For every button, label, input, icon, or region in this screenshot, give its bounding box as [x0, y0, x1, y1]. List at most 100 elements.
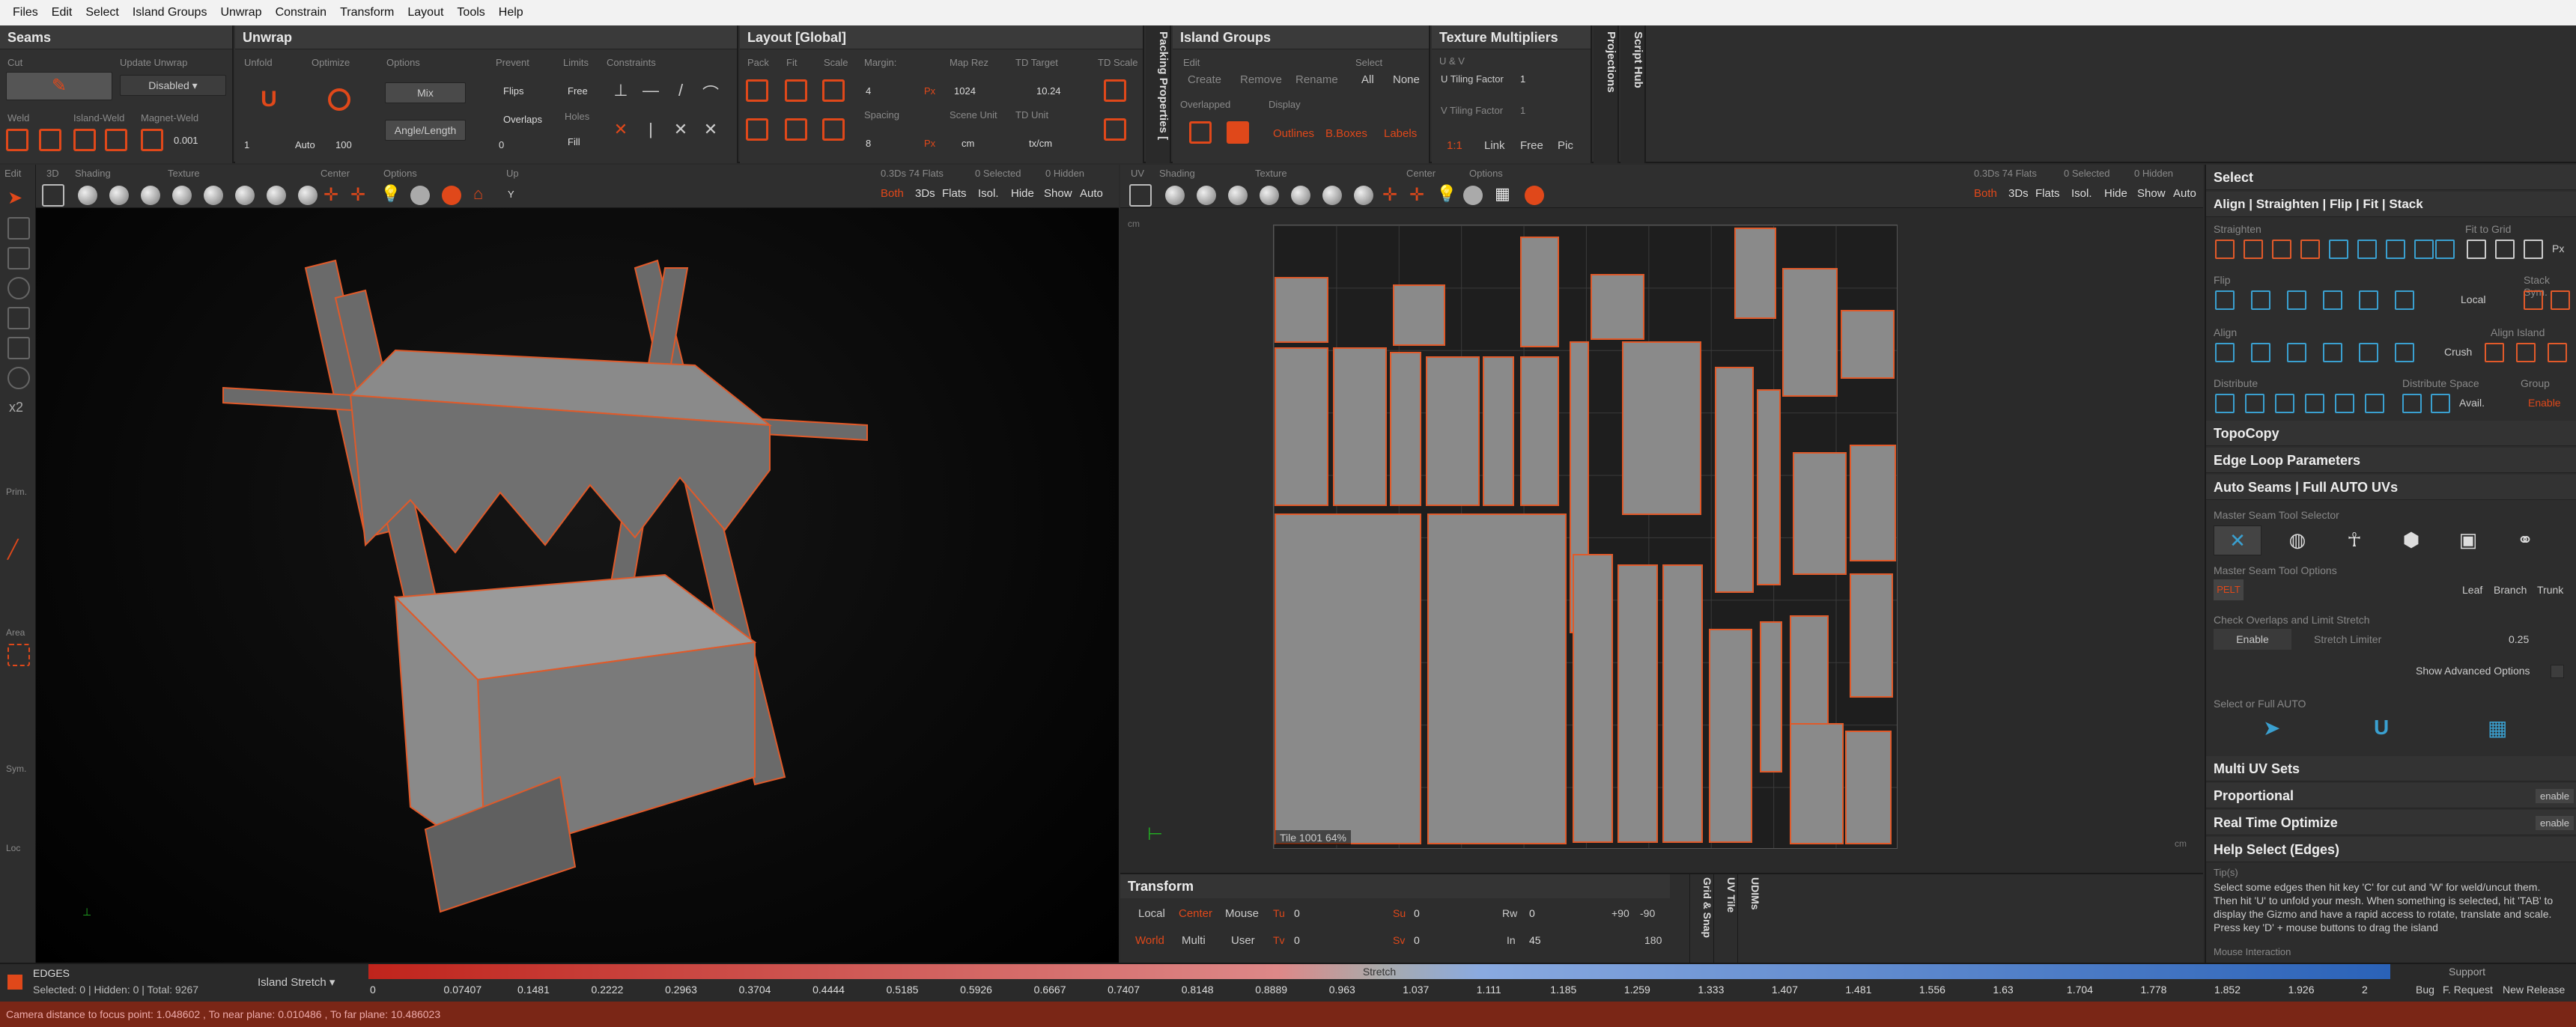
flip-icon[interactable]: [2359, 290, 2378, 310]
align-icon[interactable]: [2395, 343, 2414, 362]
both-button[interactable]: Both: [881, 187, 904, 200]
uv-texture-sphere-icon[interactable]: [1322, 186, 1342, 205]
uv-shading-sphere-icon[interactable]: [1228, 186, 1248, 205]
feature-request-link[interactable]: F. Request: [2443, 984, 2493, 996]
ig-none-button[interactable]: None: [1393, 73, 1420, 86]
scale-icon[interactable]: [822, 79, 845, 102]
distribute-icon[interactable]: [2305, 394, 2324, 413]
uv-auto-button[interactable]: Auto: [2173, 187, 2196, 200]
viewport3d[interactable]: ⊥: [36, 208, 1119, 963]
overlaps-toggle[interactable]: Overlaps: [503, 114, 542, 125]
tool-icon[interactable]: [7, 247, 30, 269]
packing-properties-tab[interactable]: Packing Properties [: [1146, 25, 1171, 163]
menu-files[interactable]: Files: [6, 0, 45, 25]
fit-icon[interactable]: [2467, 240, 2486, 259]
seam-tool-link-icon[interactable]: ⚭: [2501, 525, 2549, 555]
option-sphere-icon[interactable]: [442, 186, 461, 205]
ig-create-button[interactable]: Create: [1188, 73, 1221, 86]
magnet-weld-value[interactable]: 0.001: [174, 135, 198, 146]
multi-uv-header[interactable]: Multi UV Sets: [2206, 756, 2576, 781]
td-target-value[interactable]: 10.24: [1036, 85, 1061, 97]
leaf-button[interactable]: Leaf: [2462, 584, 2482, 596]
proportional-enable-button[interactable]: enable: [2536, 789, 2575, 803]
align-icon[interactable]: [2323, 343, 2342, 362]
angle-length-field[interactable]: Angle/Length: [385, 120, 466, 141]
pack-icon[interactable]: [746, 79, 768, 102]
shading-sphere-icon[interactable]: [78, 186, 97, 205]
stack-sym-icon[interactable]: [2551, 290, 2570, 310]
topocopy-header[interactable]: TopoCopy: [2206, 421, 2576, 446]
u-tiling-value[interactable]: 1: [1520, 73, 1525, 85]
fit-2-icon[interactable]: [785, 118, 807, 141]
curve-icon[interactable]: ⌒: [699, 81, 722, 103]
diag-line-icon[interactable]: /: [669, 81, 692, 103]
proportional-header[interactable]: Proportional: [2206, 783, 2576, 808]
crush-button[interactable]: Crush: [2444, 346, 2472, 358]
projections-tab[interactable]: Projections: [1594, 25, 1619, 163]
align-island-icon[interactable]: [2548, 343, 2567, 362]
flip-icon[interactable]: [2251, 290, 2270, 310]
flats-button[interactable]: Flats: [942, 187, 967, 200]
menu-tools[interactable]: Tools: [450, 0, 491, 25]
uv-frame-icon[interactable]: [1129, 184, 1152, 207]
pack-2-icon[interactable]: [746, 118, 768, 141]
labels-toggle[interactable]: Labels: [1384, 127, 1417, 140]
overlapped-icon[interactable]: [1189, 121, 1212, 144]
cut-button[interactable]: ✎: [6, 72, 112, 100]
align-island-icon[interactable]: [2485, 343, 2504, 362]
menu-island-groups[interactable]: Island Groups: [126, 0, 214, 25]
weld-t-icon[interactable]: [39, 129, 61, 151]
scene-unit-value[interactable]: cm: [962, 138, 974, 149]
uv-both-button[interactable]: Both: [1974, 187, 1997, 200]
align-header[interactable]: Align | Straighten | Flip | Fit | Stack: [2206, 192, 2576, 217]
options-mix-field[interactable]: Mix: [385, 82, 466, 103]
straighten-icon[interactable]: [2244, 240, 2263, 259]
straighten-icon[interactable]: [2272, 240, 2291, 259]
v-line-icon[interactable]: |: [640, 120, 662, 142]
scale-2-icon[interactable]: [822, 118, 845, 141]
hide-button[interactable]: Hide: [1011, 187, 1034, 200]
td-unit-value[interactable]: tx/cm: [1029, 138, 1052, 149]
menu-unwrap[interactable]: Unwrap: [213, 0, 268, 25]
in-value[interactable]: 45: [1529, 934, 1541, 946]
distribute-icon[interactable]: [2215, 394, 2235, 413]
center-cross-icon[interactable]: ✛: [323, 184, 346, 207]
unfold-iterations-value[interactable]: 1: [244, 139, 249, 150]
island-weld-2-icon[interactable]: [105, 129, 127, 151]
diag-x-icon[interactable]: ✕: [699, 120, 722, 142]
margin-value[interactable]: 4: [866, 85, 871, 97]
select-header[interactable]: Select: [2206, 165, 2576, 190]
distribute-space-icon[interactable]: [2402, 394, 2422, 413]
uv-texture-sphere-icon[interactable]: [1354, 186, 1373, 205]
uv-shading-sphere-icon[interactable]: [1165, 186, 1185, 205]
seam-tool-figure-icon[interactable]: ☥: [2330, 525, 2378, 555]
fit-icon[interactable]: [2495, 240, 2515, 259]
menu-edit[interactable]: Edit: [45, 0, 79, 25]
uv-option-sphere-icon[interactable]: [1463, 186, 1483, 205]
island-stretch-dropdown[interactable]: Island Stretch ▾: [258, 972, 358, 994]
menu-help[interactable]: Help: [492, 0, 530, 25]
outlines-toggle[interactable]: Outlines: [1273, 127, 1314, 140]
help-select-header[interactable]: Help Select (Edges): [2206, 837, 2576, 862]
rw-value[interactable]: 0: [1529, 907, 1535, 919]
td-scale-2-icon[interactable]: [1104, 118, 1126, 141]
3ds-button[interactable]: 3Ds: [915, 187, 935, 200]
grid-icon[interactable]: [2435, 240, 2455, 259]
seam-tool-cube-icon[interactable]: ⬢: [2387, 525, 2435, 555]
distribute-icon[interactable]: [2335, 394, 2354, 413]
ig-remove-button[interactable]: Remove: [1240, 73, 1282, 86]
flip-icon[interactable]: [2215, 290, 2235, 310]
link-button[interactable]: Link: [1484, 139, 1505, 152]
uv-shading-sphere-icon[interactable]: [1197, 186, 1216, 205]
straighten-icon[interactable]: [2300, 240, 2320, 259]
isol-button[interactable]: Isol.: [978, 187, 999, 200]
free-button[interactable]: Free: [1520, 139, 1543, 152]
option-sphere-icon[interactable]: [410, 186, 430, 205]
sv-value[interactable]: 0: [1414, 934, 1420, 946]
fill-toggle[interactable]: Fill: [568, 136, 580, 147]
uv-center-cross-icon[interactable]: ✛: [1382, 184, 1405, 207]
new-release-link[interactable]: New Release: [2503, 984, 2565, 996]
rotate-minus-90-button[interactable]: -90: [1640, 907, 1655, 919]
pin-x-icon[interactable]: ✕: [610, 120, 632, 142]
edge-line-icon[interactable]: ╱: [7, 539, 30, 561]
